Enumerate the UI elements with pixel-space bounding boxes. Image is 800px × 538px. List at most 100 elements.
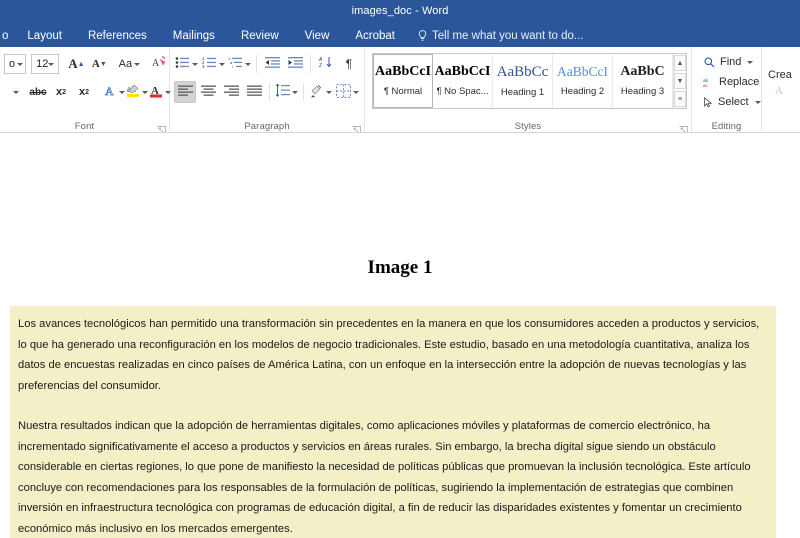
grow-font-button[interactable]: A ▲ xyxy=(65,53,87,75)
tell-me-search[interactable]: Tell me what you want to do... xyxy=(408,27,592,47)
style-preview: AaBbCc xyxy=(496,64,549,80)
show-formatting-marks-button[interactable]: ¶ xyxy=(338,53,360,75)
lightbulb-icon xyxy=(418,30,427,42)
chevron-down-icon xyxy=(352,90,359,94)
tab-mailings[interactable]: Mailings xyxy=(160,27,228,47)
font-name-combo[interactable]: o xyxy=(4,54,27,74)
tab-acrobat[interactable]: Acrobat xyxy=(342,27,408,47)
ribbon: o 12 A ▲ A ▼ Aa A abc x 2 x 2 A A Font 1… xyxy=(0,47,800,133)
tab-home-partial[interactable]: o xyxy=(0,27,14,47)
bullets-button[interactable] xyxy=(174,53,199,75)
chevron-down-icon xyxy=(754,100,761,104)
style-heading-2[interactable]: AaBbCcI Heading 2 xyxy=(553,54,613,108)
svg-text:3: 3 xyxy=(202,64,205,69)
decrease-indent-button[interactable] xyxy=(261,53,283,75)
align-right-icon xyxy=(223,85,239,100)
sort-button[interactable]: A Z xyxy=(315,53,337,75)
styles-gallery[interactable]: AaBbCcI ¶ Normal AaBbCcI ¶ No Spac... Aa… xyxy=(372,53,687,109)
document-paragraph-2: Nuestra resultados indican que la adopci… xyxy=(18,420,751,535)
increase-indent-button[interactable] xyxy=(284,53,306,75)
style-no-spacing[interactable]: AaBbCcI ¶ No Spac... xyxy=(433,54,493,108)
change-case-button[interactable]: Aa xyxy=(118,53,141,75)
clear-formatting-icon: A xyxy=(152,55,167,73)
highlighted-text-block[interactable]: Los avances tecnológicos han permitido u… xyxy=(10,306,776,538)
svg-text:Z: Z xyxy=(319,63,322,69)
align-left-icon xyxy=(177,85,193,100)
multilevel-list-button[interactable]: 1 a i xyxy=(227,53,252,75)
line-spacing-button[interactable] xyxy=(274,81,299,103)
tab-layout[interactable]: Layout xyxy=(14,27,75,47)
styles-scroll-up-button[interactable]: ▲ xyxy=(674,55,686,71)
increase-indent-icon xyxy=(287,56,303,72)
chevron-down-icon xyxy=(134,62,141,66)
style-label: ¶ Normal xyxy=(383,86,423,97)
search-icon xyxy=(703,56,716,68)
shrink-font-icon: A xyxy=(91,58,100,70)
superscript-button[interactable]: x2 xyxy=(73,81,95,103)
replace-button[interactable]: ab ac Replace xyxy=(700,73,759,91)
clear-formatting-button[interactable]: A xyxy=(148,53,170,75)
tab-view[interactable]: View xyxy=(292,27,343,47)
font-color-button[interactable]: A xyxy=(149,81,171,103)
paragraph-dialog-launcher[interactable] xyxy=(352,122,361,132)
cursor-icon xyxy=(703,96,714,108)
font-group-label: Font xyxy=(74,121,95,132)
select-button[interactable]: Select xyxy=(700,93,761,111)
style-normal[interactable]: AaBbCcI ¶ Normal xyxy=(373,54,433,108)
tab-review[interactable]: Review xyxy=(228,27,292,47)
shading-button[interactable] xyxy=(308,81,333,103)
highlight-color-button[interactable]: ab xyxy=(126,81,148,103)
underline-more-button[interactable] xyxy=(4,81,26,103)
style-preview: AaBbCcI xyxy=(557,65,608,79)
multilevel-list-icon: 1 a i xyxy=(228,56,243,72)
font-size-combo[interactable]: 12 xyxy=(31,54,60,74)
numbering-icon: 1 2 3 xyxy=(202,56,217,72)
editing-group-label: Editing xyxy=(711,121,742,132)
style-label: Heading 3 xyxy=(620,86,665,97)
word-window: images_doc - Word o Layout References Ma… xyxy=(0,0,800,538)
styles-more-button[interactable]: ≡ xyxy=(674,91,686,107)
style-heading-1[interactable]: AaBbCc Heading 1 xyxy=(493,54,553,108)
style-label: Heading 2 xyxy=(560,85,605,97)
svg-text:ac: ac xyxy=(703,83,709,88)
adobe-pdf-icon: A xyxy=(774,83,796,102)
styles-dialog-launcher[interactable] xyxy=(679,122,688,132)
styles-scroll-down-button[interactable]: ▼ xyxy=(674,73,686,89)
style-label: ¶ No Spac... xyxy=(436,86,489,97)
select-label: Select xyxy=(718,96,749,108)
find-button[interactable]: Find xyxy=(700,53,757,71)
shrink-font-button[interactable]: A ▼ xyxy=(88,53,110,75)
tab-references[interactable]: References xyxy=(75,27,160,47)
font-dialog-launcher[interactable] xyxy=(157,122,166,132)
numbering-button[interactable]: 1 2 3 xyxy=(200,53,225,75)
font-color-icon: A xyxy=(149,83,163,101)
chevron-down-icon xyxy=(48,62,55,66)
document-canvas[interactable]: Image 1 Los avances tecnológicos han per… xyxy=(0,134,800,538)
justify-icon xyxy=(246,85,262,100)
justify-button[interactable] xyxy=(243,81,265,103)
style-heading-3[interactable]: AaBbC Heading 3 xyxy=(613,54,673,108)
chevron-down-icon xyxy=(747,60,754,64)
align-right-button[interactable] xyxy=(220,81,242,103)
strikethrough-button[interactable]: abc xyxy=(27,81,49,103)
replace-icon: ab ac xyxy=(703,77,715,88)
align-center-button[interactable] xyxy=(197,81,219,103)
divider xyxy=(269,83,270,101)
create-pdf-button[interactable]: Crea xyxy=(768,69,796,81)
align-left-button[interactable] xyxy=(174,81,196,103)
divider xyxy=(303,83,305,101)
text-effects-button[interactable]: A xyxy=(103,81,125,103)
text-effects-icon: A xyxy=(103,83,117,101)
chevron-down-icon xyxy=(17,62,24,66)
decrease-indent-icon xyxy=(264,56,280,72)
paragraph-group-label: Paragraph xyxy=(244,121,290,132)
svg-text:A: A xyxy=(152,58,160,69)
chevron-down-icon xyxy=(292,90,299,94)
styles-scrollbar[interactable]: ▲ ▼ ≡ xyxy=(673,54,686,108)
ribbon-group-adobe: Crea A xyxy=(762,47,800,132)
borders-button[interactable] xyxy=(335,81,360,103)
chevron-down-icon xyxy=(13,90,19,94)
ribbon-tab-strip: o Layout References Mailings Review View… xyxy=(0,22,800,47)
subscript-button[interactable]: x2 xyxy=(50,81,72,103)
line-spacing-icon xyxy=(275,83,291,100)
